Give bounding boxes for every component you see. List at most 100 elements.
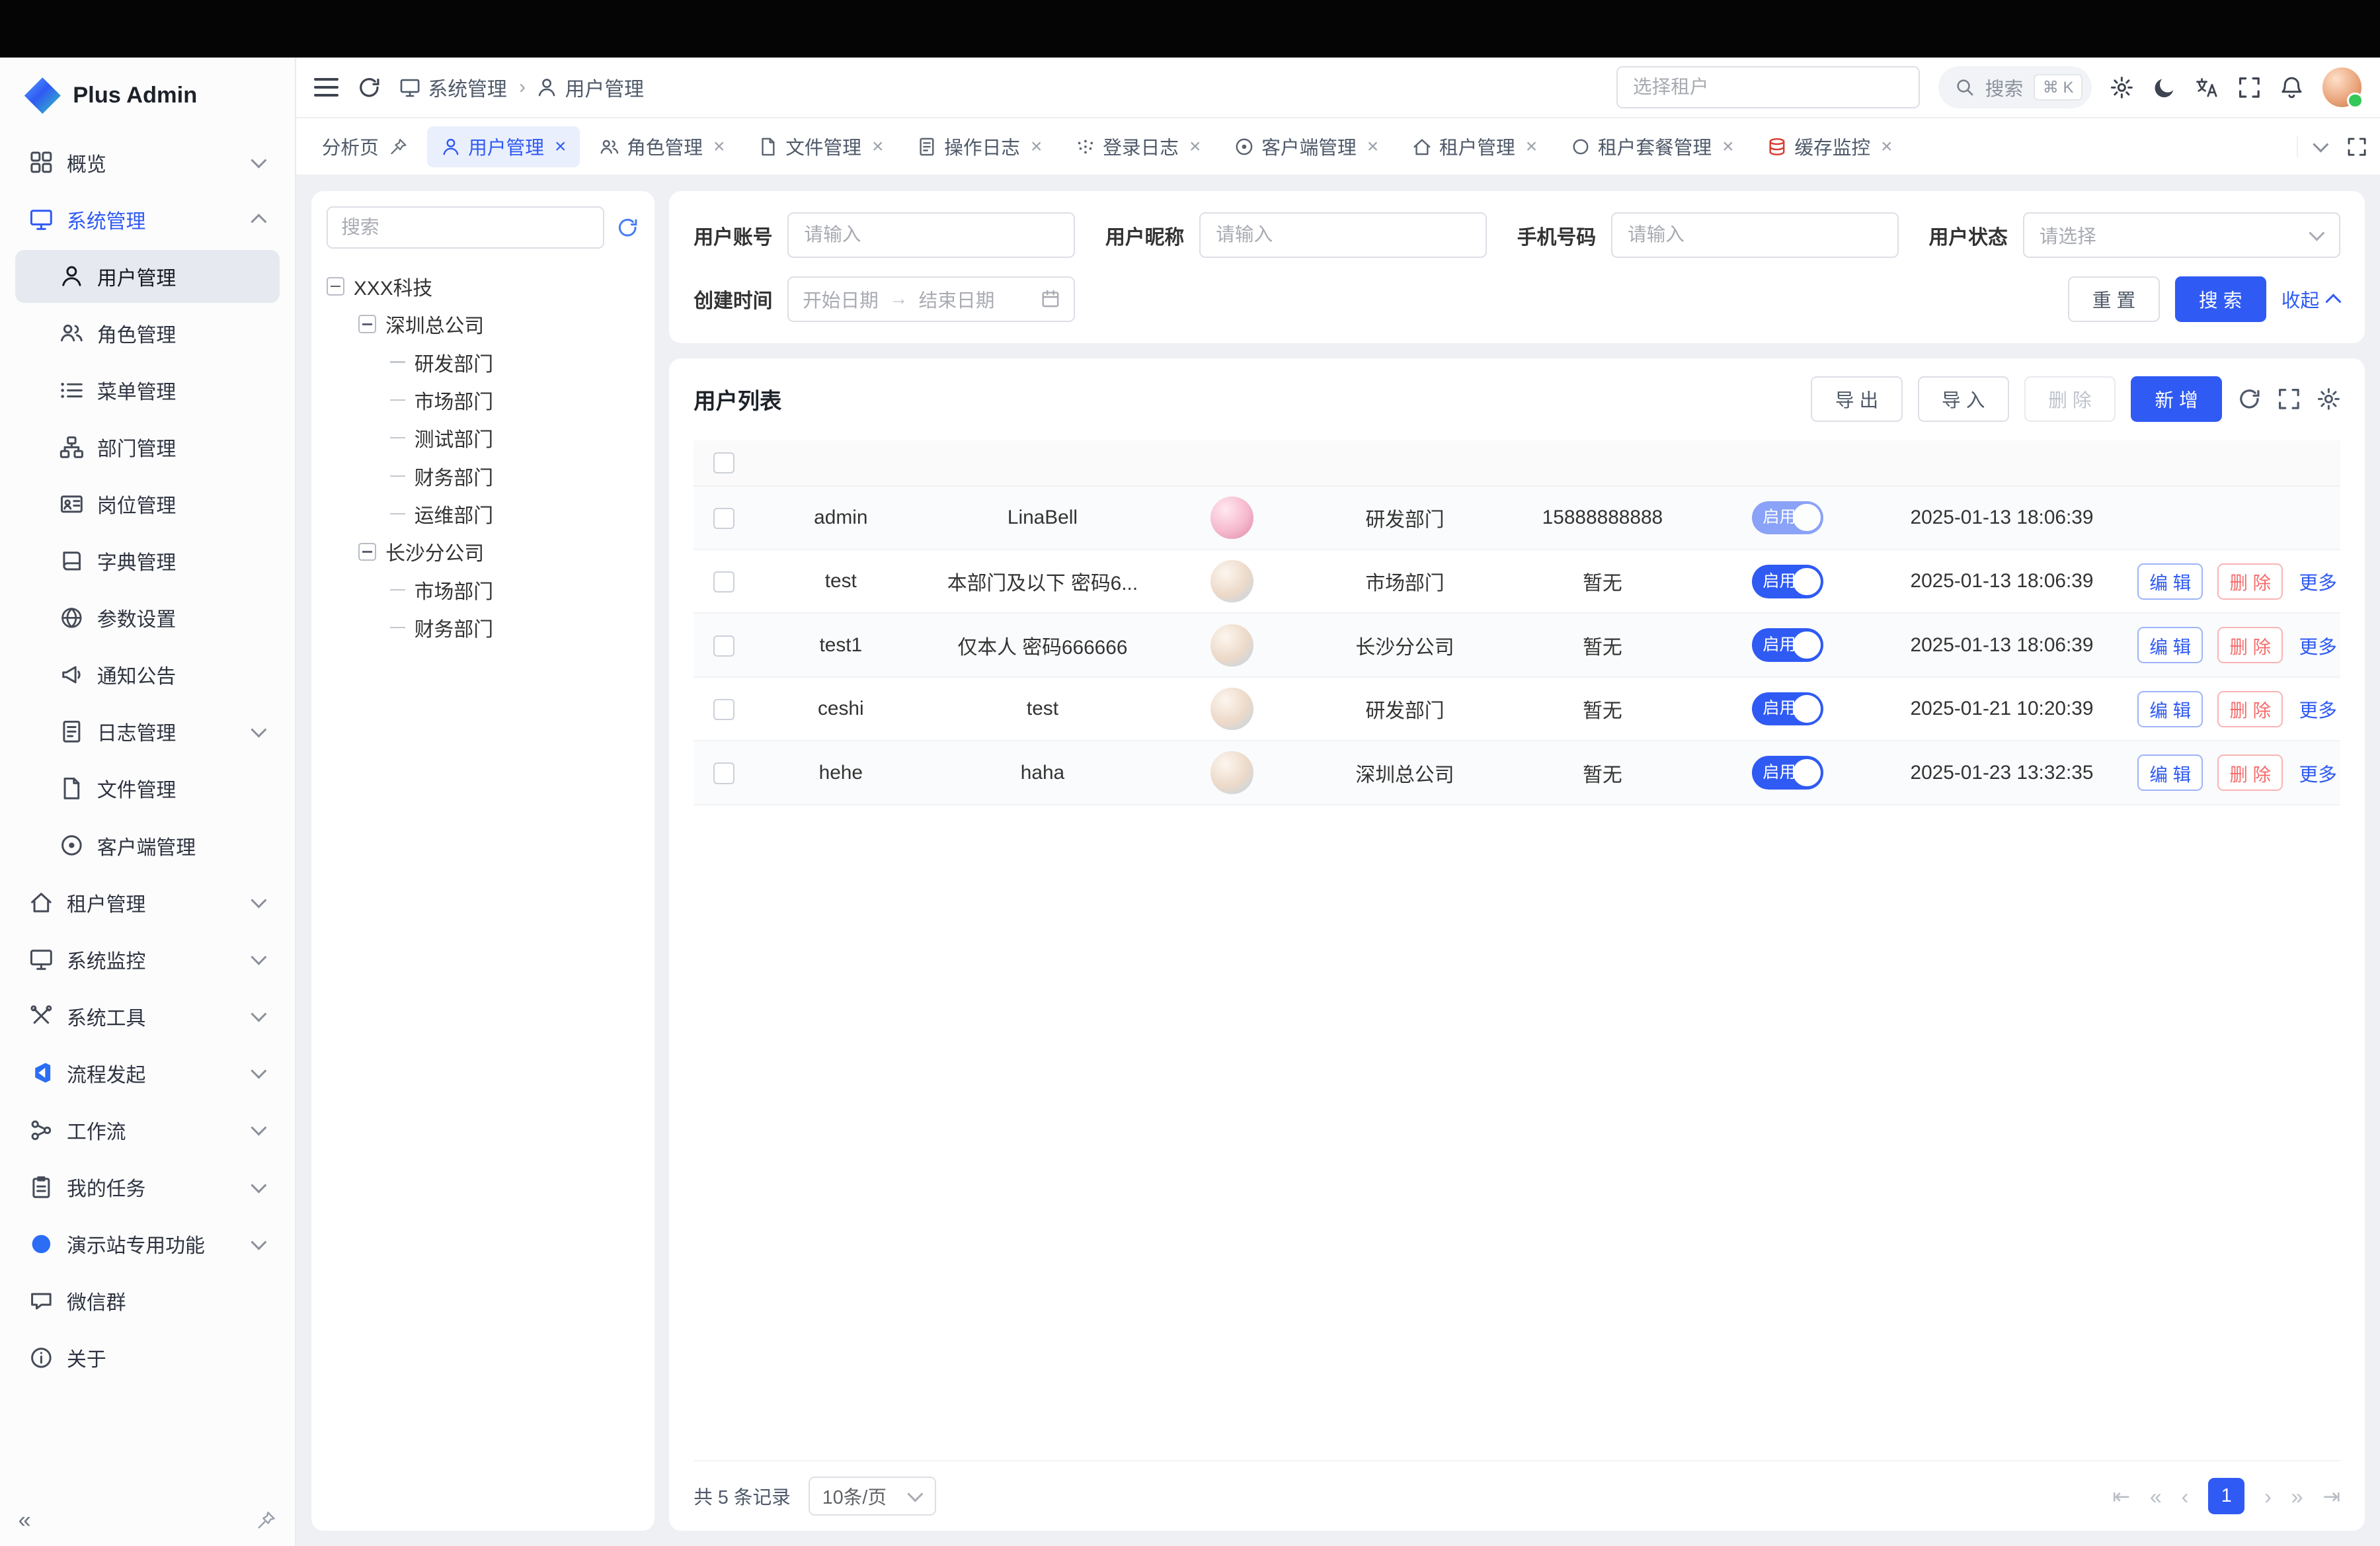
- app-logo[interactable]: Plus Admin: [0, 58, 295, 126]
- row-checkbox[interactable]: [713, 635, 734, 657]
- sidebar-item[interactable]: 角色管理: [15, 307, 280, 360]
- sidebar-item[interactable]: 参数设置: [15, 591, 280, 644]
- sidebar-item[interactable]: 工作流: [15, 1104, 280, 1157]
- tree-node[interactable]: 研发部门: [327, 343, 639, 381]
- table-refresh-icon[interactable]: [2237, 387, 2262, 411]
- sidebar-item[interactable]: 文件管理: [15, 762, 280, 815]
- tab[interactable]: 操作日志 ×: [903, 126, 1056, 167]
- current-page-button[interactable]: 1: [2208, 1478, 2244, 1514]
- fullscreen-icon[interactable]: [2237, 75, 2262, 100]
- collapse-filters-link[interactable]: 收起: [2281, 286, 2341, 313]
- tree-node[interactable]: 市场部门: [327, 381, 639, 419]
- tree-node[interactable]: 深圳总公司: [327, 305, 639, 343]
- sidebar-item[interactable]: 菜单管理: [15, 364, 280, 417]
- tree-expander-icon[interactable]: [327, 277, 345, 296]
- more-link[interactable]: 更多: [2299, 637, 2336, 658]
- tab-close-icon[interactable]: ×: [1722, 137, 1733, 157]
- phone-input[interactable]: [1611, 212, 1899, 258]
- tab-close-icon[interactable]: ×: [1189, 137, 1201, 157]
- status-select[interactable]: 请选择: [2023, 212, 2341, 258]
- language-translate-icon[interactable]: [2195, 75, 2219, 100]
- account-input[interactable]: [787, 212, 1075, 258]
- row-checkbox[interactable]: [713, 571, 734, 592]
- date-range-picker[interactable]: 开始日期 → 结束日期: [787, 276, 1075, 322]
- dark-mode-moon-icon[interactable]: [2153, 75, 2177, 100]
- batch-delete-button[interactable]: 删 除: [2024, 376, 2116, 422]
- sidebar-item[interactable]: 租户管理: [15, 875, 280, 928]
- tab[interactable]: 缓存监控 ×: [1753, 126, 1906, 167]
- sidebar-item[interactable]: 通知公告: [15, 648, 280, 701]
- more-link[interactable]: 更多: [2299, 573, 2336, 594]
- sidebar-item[interactable]: 系统管理: [15, 193, 280, 246]
- tab[interactable]: 用户管理 ×: [427, 126, 580, 167]
- select-all-checkbox[interactable]: [713, 452, 734, 473]
- hamburger-menu-icon[interactable]: [314, 78, 338, 97]
- sidebar-item[interactable]: 微信群: [15, 1274, 280, 1327]
- sidebar-item[interactable]: 系统工具: [15, 990, 280, 1043]
- tree-node[interactable]: XXX科技: [327, 267, 639, 305]
- tab-close-icon[interactable]: ×: [555, 137, 566, 157]
- import-button[interactable]: 导 入: [1918, 376, 2009, 422]
- sidebar-item[interactable]: 岗位管理: [15, 477, 280, 530]
- table-row[interactable]: test 本部门及以下 密码6... 市场部门 暂无 启用: [694, 549, 2340, 613]
- status-switch[interactable]: 启用: [1752, 565, 1823, 598]
- sidebar-item[interactable]: 日志管理: [15, 705, 280, 758]
- tab[interactable]: 登录日志 ×: [1062, 126, 1214, 167]
- tab-pin-icon[interactable]: [389, 138, 408, 156]
- breadcrumb-item[interactable]: 系统管理 ›: [399, 73, 526, 102]
- edit-button[interactable]: 编 辑: [2137, 563, 2203, 600]
- tree-node[interactable]: 财务部门: [327, 609, 639, 647]
- notification-bell-icon[interactable]: [2280, 75, 2304, 100]
- pin-icon[interactable]: [257, 1510, 276, 1530]
- sidebar-item[interactable]: 用户管理: [15, 250, 280, 303]
- tree-node[interactable]: 市场部门: [327, 571, 639, 608]
- tab-close-icon[interactable]: ×: [1526, 137, 1537, 157]
- add-button[interactable]: 新 增: [2131, 376, 2222, 422]
- global-search-button[interactable]: 搜索 ⌘ K: [1938, 66, 2092, 108]
- edit-button[interactable]: 编 辑: [2137, 691, 2203, 727]
- tab[interactable]: 角色管理 ×: [586, 126, 738, 167]
- sidebar-collapse-button[interactable]: «: [19, 1509, 31, 1531]
- tenant-select-input[interactable]: [1616, 66, 1920, 108]
- tree-node[interactable]: 运维部门: [327, 495, 639, 532]
- status-switch[interactable]: 启用: [1752, 692, 1823, 726]
- more-link[interactable]: 更多: [2299, 764, 2336, 786]
- row-checkbox[interactable]: [713, 508, 734, 529]
- table-row[interactable]: admin LinaBell 研发部门 15888888888 启用: [694, 486, 2340, 549]
- tree-expander-icon[interactable]: [358, 543, 377, 561]
- table-row[interactable]: test1 仅本人 密码666666 长沙分公司 暂无 启用: [694, 613, 2340, 676]
- last-page-button[interactable]: ⇥: [2322, 1486, 2340, 1507]
- tab[interactable]: 租户管理 ×: [1398, 126, 1551, 167]
- search-button[interactable]: 搜 索: [2175, 276, 2266, 322]
- reset-button[interactable]: 重 置: [2068, 276, 2159, 322]
- edit-button[interactable]: 编 辑: [2137, 627, 2203, 663]
- delete-button[interactable]: 删 除: [2217, 563, 2283, 600]
- sidebar-item[interactable]: 概览: [15, 136, 280, 188]
- column-settings-gear-icon[interactable]: [2317, 387, 2341, 411]
- tabs-dropdown-chevron-icon[interactable]: [2313, 139, 2328, 154]
- sidebar-item[interactable]: 流程发起: [15, 1047, 280, 1100]
- next-pages-button[interactable]: »: [2291, 1486, 2303, 1507]
- tab[interactable]: 文件管理 ×: [744, 126, 897, 167]
- sidebar-item[interactable]: 客户端管理: [15, 819, 280, 872]
- tab-close-icon[interactable]: ×: [1031, 137, 1042, 157]
- row-checkbox[interactable]: [713, 699, 734, 720]
- status-switch[interactable]: 启用: [1752, 501, 1823, 535]
- more-link[interactable]: 更多: [2299, 700, 2336, 721]
- tab-close-icon[interactable]: ×: [872, 137, 883, 157]
- sidebar-item[interactable]: 我的任务: [15, 1160, 280, 1213]
- table-row[interactable]: hehe haha 深圳总公司 暂无 启用: [694, 741, 2340, 804]
- tab[interactable]: 客户端管理 ×: [1220, 126, 1392, 167]
- status-switch[interactable]: 启用: [1752, 628, 1823, 662]
- next-page-button[interactable]: ›: [2264, 1486, 2272, 1507]
- tree-search-input[interactable]: [327, 206, 604, 249]
- first-page-button[interactable]: ⇤: [2112, 1486, 2130, 1507]
- edit-button[interactable]: 编 辑: [2137, 754, 2203, 791]
- sidebar-item[interactable]: 关于: [15, 1331, 280, 1384]
- status-switch[interactable]: 启用: [1752, 756, 1823, 790]
- sidebar-item[interactable]: 字典管理: [15, 534, 280, 587]
- breadcrumb-item[interactable]: 用户管理: [536, 73, 644, 102]
- export-button[interactable]: 导 出: [1811, 376, 1902, 422]
- prev-page-button[interactable]: ‹: [2182, 1486, 2189, 1507]
- sidebar-item[interactable]: 演示站专用功能: [15, 1217, 280, 1270]
